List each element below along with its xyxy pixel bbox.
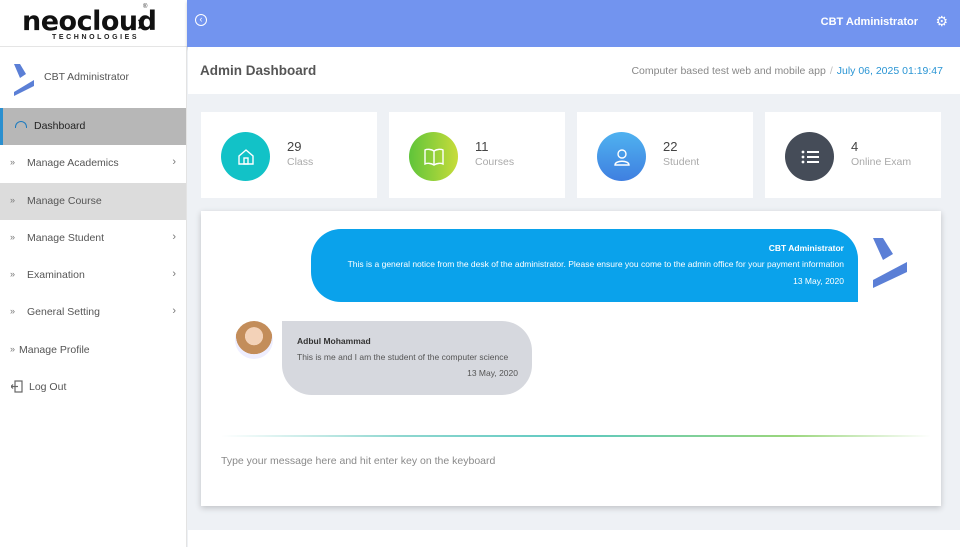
message-date: 13 May, 2020: [467, 368, 518, 378]
double-chevron-icon: »: [10, 343, 16, 354]
arrow-left-circle-icon[interactable]: ‹: [195, 14, 207, 26]
stat-label: Student: [663, 156, 700, 168]
list-icon: [785, 132, 834, 181]
stat-card-student[interactable]: 22 Student: [577, 112, 753, 198]
brand-arrow: ›: [137, 10, 145, 35]
message-text: This is me and I am the student of the c…: [297, 352, 509, 362]
message-author: CBT Administrator: [768, 243, 844, 253]
sidebar-item-label: Manage Academics: [27, 157, 119, 170]
stat-card-online-exam[interactable]: 4 Online Exam: [765, 112, 941, 198]
user-icon: [597, 132, 646, 181]
sidebar-item-label: Examination: [27, 269, 85, 282]
sidebar-profile-name: CBT Administrator: [44, 71, 129, 83]
double-chevron-icon: »: [10, 194, 16, 205]
top-user-name[interactable]: CBT Administrator: [821, 16, 918, 28]
book-icon: [409, 132, 458, 181]
double-chevron-icon: »: [10, 157, 16, 168]
chat-panel: CBT Administrator This is a general noti…: [201, 211, 941, 506]
chat-message-outgoing: CBT Administrator This is a general noti…: [311, 229, 858, 302]
sidebar-item-label: General Setting: [27, 306, 100, 319]
dashboard-icon: [15, 121, 27, 128]
sidebar-item-label: Log Out: [29, 381, 67, 394]
chevron-right-icon: ›: [172, 305, 176, 318]
brand-logo[interactable]: neocloud › ® TECHNOLOGIES: [0, 0, 187, 47]
message-date: 13 May, 2020: [793, 276, 844, 286]
sidebar-item-manage-course[interactable]: » Manage Course: [0, 182, 186, 220]
stat-card-class[interactable]: 29 Class: [201, 112, 377, 198]
logout-icon: [11, 380, 23, 393]
sidebar-item-examination[interactable]: » Examination ›: [0, 257, 186, 294]
admin-avatar-logo-icon: [873, 238, 907, 288]
chat-message-input[interactable]: [221, 451, 921, 471]
chat-divider: [221, 435, 931, 437]
sidebar: CBT Administrator Dashboard » Manage Aca…: [0, 47, 187, 547]
double-chevron-icon: »: [10, 306, 16, 317]
stat-card-courses[interactable]: 11 Courses: [389, 112, 565, 198]
page-header: Admin Dashboard Computer based test web …: [188, 47, 960, 94]
brand-tagline: TECHNOLOGIES: [52, 34, 140, 41]
chevron-right-icon: ›: [172, 268, 176, 281]
admin-logo-icon: [14, 64, 34, 96]
sidebar-item-manage-profile[interactable]: » Manage Profile: [0, 332, 186, 369]
sidebar-item-label: Dashboard: [34, 120, 86, 132]
breadcrumb: Computer based test web and mobile app / J…: [631, 65, 943, 77]
home-icon: [221, 132, 270, 181]
double-chevron-icon: »: [10, 269, 16, 280]
chevron-right-icon: ›: [172, 230, 176, 243]
gear-icon[interactable]: ⚙: [935, 13, 948, 30]
sidebar-item-manage-student[interactable]: » Manage Student ›: [0, 220, 186, 257]
stat-label: Courses: [475, 156, 515, 168]
avatar: [235, 321, 273, 359]
brand-registered-mark: ®: [143, 4, 148, 10]
sidebar-item-dashboard[interactable]: Dashboard: [0, 108, 186, 146]
sidebar-item-label: Manage Profile: [19, 343, 90, 356]
stat-label: Class: [287, 156, 314, 168]
stat-value: 11: [475, 139, 489, 154]
stat-value: 29: [287, 139, 302, 154]
chevron-right-icon: ›: [172, 156, 176, 169]
page-footer: [188, 530, 960, 547]
top-navbar: ‹ CBT Administrator ⚙: [187, 0, 960, 47]
chat-message-incoming: Adbul Mohammad This is me and I am the s…: [282, 321, 532, 395]
message-text: This is a general notice from the desk o…: [347, 259, 844, 269]
sidebar-item-manage-academics[interactable]: » Manage Academics ›: [0, 145, 186, 182]
sidebar-item-label: Manage Student: [27, 231, 105, 244]
double-chevron-icon: »: [10, 231, 16, 242]
page-title: Admin Dashboard: [200, 63, 317, 78]
sidebar-item-logout[interactable]: Log Out: [0, 369, 186, 406]
current-datetime: July 06, 2025 01:19:47: [836, 65, 943, 77]
breadcrumb-separator: /: [829, 65, 833, 77]
sidebar-item-general-setting[interactable]: » General Setting ›: [0, 294, 186, 331]
message-author: Adbul Mohammad: [297, 336, 371, 346]
sidebar-profile: CBT Administrator: [0, 47, 186, 108]
stat-label: Online Exam: [851, 156, 912, 168]
stat-value: 22: [663, 139, 678, 154]
breadcrumb-subtitle: Computer based test web and mobile app: [631, 65, 826, 77]
sidebar-item-label: Manage Course: [27, 194, 102, 207]
stat-value: 4: [851, 139, 859, 154]
